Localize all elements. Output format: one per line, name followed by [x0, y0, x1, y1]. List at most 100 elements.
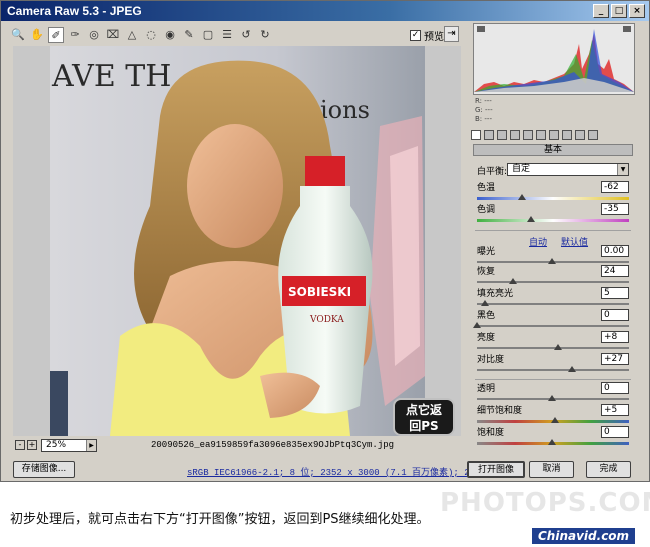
target-adjust-icon[interactable]: ◎: [86, 27, 102, 43]
slider-knob[interactable]: [548, 395, 556, 401]
slider-value-input[interactable]: -62: [601, 181, 629, 193]
slider-label: 色温: [477, 183, 496, 193]
basic-tab-icon[interactable]: [471, 130, 481, 140]
slider-knob[interactable]: [548, 258, 556, 264]
slider-value-input[interactable]: 5: [601, 287, 629, 299]
slider-row: 色调 -35: [477, 203, 631, 225]
slider-track[interactable]: [477, 325, 629, 327]
done-button[interactable]: 完成: [586, 461, 631, 478]
zoom-select[interactable]: 25% ▶: [41, 439, 97, 452]
slider-value-input[interactable]: +27: [601, 353, 629, 365]
bottle-sub: VODKA: [309, 315, 344, 325]
slider-knob[interactable]: [548, 439, 556, 445]
histogram: [473, 23, 635, 95]
slider-row: 亮度 +8: [477, 331, 631, 353]
split-toning-tab-icon[interactable]: [523, 130, 533, 140]
g-value: ---: [485, 106, 493, 114]
detail-tab-icon[interactable]: [497, 130, 507, 140]
white-balance-icon[interactable]: ✐: [48, 27, 64, 43]
slider-label: 饱和度: [477, 428, 505, 438]
effects-tab-icon[interactable]: [549, 130, 559, 140]
preview-checkbox[interactable]: ✓: [410, 30, 421, 41]
spot-removal-icon[interactable]: ◌: [143, 27, 159, 43]
preview-toggle[interactable]: ✓ 预览: [410, 28, 444, 43]
close-button[interactable]: ×: [629, 4, 645, 18]
rgb-readout: R: --- G: --- B: ---: [475, 97, 493, 124]
slider-row: 恢复 24: [477, 265, 631, 287]
slider-label: 色调: [477, 205, 496, 215]
slider-value-input[interactable]: -35: [601, 203, 629, 215]
slider-knob[interactable]: [480, 300, 489, 306]
workflow-options-link[interactable]: sRGB IEC61966-2.1; 8 位; 2352 x 3000 (7.1…: [187, 465, 502, 478]
slider-value-input[interactable]: 24: [601, 265, 629, 277]
hand-icon[interactable]: ✋: [29, 27, 45, 43]
image-canvas[interactable]: AVE TH ions SOBIESKI VODKA: [13, 46, 461, 436]
watermark-photops: PHOTOPS.COM: [440, 488, 650, 518]
slider-knob[interactable]: [509, 278, 517, 284]
caption-text: 初步处理后，就可点击右下方“打开图像”按钮，返回到PS继续细化处理。: [10, 512, 430, 527]
slider-value-input[interactable]: 0.00: [601, 245, 629, 257]
zoom-in-button[interactable]: +: [27, 440, 37, 450]
white-balance-select[interactable]: 自定 ▼: [507, 163, 629, 176]
camera-calibration-tab-icon[interactable]: [562, 130, 572, 140]
slider-knob[interactable]: [518, 194, 526, 200]
slider-track[interactable]: [477, 303, 629, 305]
red-eye-icon[interactable]: ◉: [162, 27, 178, 43]
slider-value-input[interactable]: +5: [601, 404, 629, 416]
preview-label: 预览: [424, 32, 444, 43]
slider-label: 黑色: [477, 311, 496, 321]
watermark-chinavid: Chinavid.com: [532, 528, 636, 544]
open-image-button[interactable]: 打开图像: [467, 461, 525, 478]
slider-track[interactable]: [477, 281, 629, 283]
chevron-down-icon: ▼: [617, 164, 628, 175]
slider-knob[interactable]: [527, 216, 535, 222]
divider: [475, 230, 631, 231]
photo-preview: AVE TH ions SOBIESKI VODKA: [50, 46, 425, 436]
slider-label: 恢复: [477, 267, 496, 277]
divider: [475, 379, 631, 380]
slider-knob[interactable]: [554, 344, 562, 350]
rotate-right-icon[interactable]: ↻: [257, 27, 273, 43]
slider-value-input[interactable]: 0: [601, 382, 629, 394]
snapshots-tab-icon[interactable]: [588, 130, 598, 140]
slider-value-input[interactable]: +8: [601, 331, 629, 343]
save-image-button[interactable]: 存储图像...: [13, 461, 75, 478]
tone-curve-tab-icon[interactable]: [484, 130, 494, 140]
slider-track[interactable]: [477, 219, 629, 222]
slider-value-input[interactable]: 0: [601, 426, 629, 438]
slider-track[interactable]: [477, 197, 629, 200]
graduated-filter-icon[interactable]: ▢: [200, 27, 216, 43]
hsl-tab-icon[interactable]: [510, 130, 520, 140]
r-label: R:: [475, 97, 483, 105]
straighten-icon[interactable]: △: [124, 27, 140, 43]
callout-line-1: 点它返: [405, 403, 442, 417]
minimize-button[interactable]: _: [593, 4, 609, 18]
callout-bubble: 点它返 回PS: [393, 398, 455, 436]
slider-label: 填充亮光: [477, 289, 514, 299]
slider-label: 曝光: [477, 247, 496, 257]
crop-icon[interactable]: ⌧: [105, 27, 121, 43]
slider-track[interactable]: [477, 347, 629, 349]
window-title: Camera Raw 5.3 - JPEG: [7, 4, 142, 18]
slider-knob[interactable]: [567, 366, 576, 372]
fullscreen-icon[interactable]: ⇥: [444, 26, 459, 42]
white-balance-value: 自定: [512, 164, 531, 174]
preferences-icon[interactable]: ☰: [219, 27, 235, 43]
file-name: 20090526_ea9159859fa3096e835ex9OJbPtq3Cy…: [151, 440, 395, 450]
slider-knob[interactable]: [473, 322, 481, 328]
color-sampler-icon[interactable]: ✑: [67, 27, 83, 43]
slider-row: 细节饱和度 +5: [477, 404, 631, 426]
banner-text: AVE TH: [51, 59, 171, 94]
slider-value-input[interactable]: 0: [601, 309, 629, 321]
adjust-brush-icon[interactable]: ✎: [181, 27, 197, 43]
slider-knob[interactable]: [551, 417, 559, 423]
slider-track[interactable]: [477, 369, 629, 371]
zoom-out-button[interactable]: -: [15, 440, 25, 450]
screenshot-root: Camera Raw 5.3 - JPEG _ □ × 🔍 ✋ ✐ ✑ ◎ ⌧ …: [0, 0, 650, 547]
zoom-icon[interactable]: 🔍: [10, 27, 26, 43]
maximize-button[interactable]: □: [611, 4, 627, 18]
presets-tab-icon[interactable]: [575, 130, 585, 140]
cancel-button[interactable]: 取消: [529, 461, 574, 478]
rotate-left-icon[interactable]: ↺: [238, 27, 254, 43]
lens-tab-icon[interactable]: [536, 130, 546, 140]
